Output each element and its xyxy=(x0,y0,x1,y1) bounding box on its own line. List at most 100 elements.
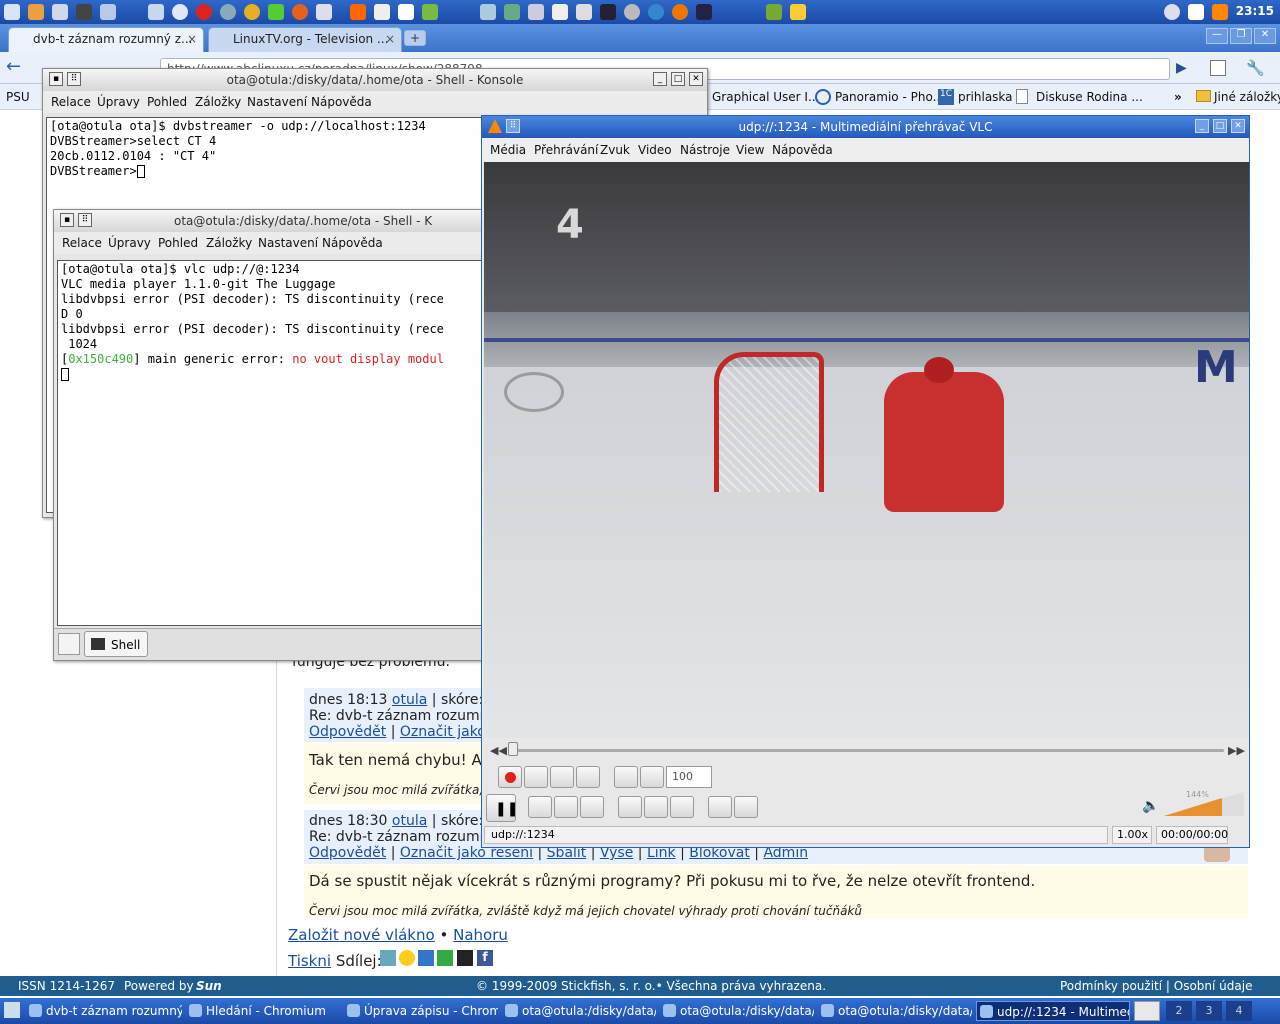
app-icon[interactable] xyxy=(374,4,390,20)
print-link[interactable]: Tiskni xyxy=(288,952,331,970)
tab-shell[interactable]: Shell xyxy=(84,631,148,657)
next-button[interactable] xyxy=(580,796,604,818)
volume-icon[interactable] xyxy=(1164,4,1180,20)
app-icon[interactable] xyxy=(422,4,438,20)
window-menu-icon[interactable]: ▪ xyxy=(49,72,63,86)
loop-button[interactable] xyxy=(708,796,732,818)
frame-by-frame-button[interactable] xyxy=(576,766,600,788)
network-icon[interactable] xyxy=(172,4,188,20)
app-icon[interactable] xyxy=(766,4,782,20)
desktop-pager-3[interactable]: 3 xyxy=(1196,1001,1222,1021)
vlc-cone-icon[interactable] xyxy=(488,119,502,133)
window-title[interactable]: ota@otula:/disky/data/.home/ota - Shell … xyxy=(54,210,482,232)
desktop-pager-1[interactable] xyxy=(1134,1001,1160,1021)
favorite-icon[interactable] xyxy=(399,950,415,966)
terminal-icon[interactable] xyxy=(76,4,92,20)
wrench-icon[interactable]: 🔧 xyxy=(1246,59,1265,77)
maximize-button[interactable]: □ xyxy=(671,72,685,86)
folder-icon[interactable] xyxy=(790,4,806,20)
app-icon[interactable] xyxy=(528,4,544,20)
menu-napoveda[interactable]: Nápověda xyxy=(311,95,372,109)
menu-view[interactable]: View xyxy=(736,143,764,157)
sun-logo[interactable]: Sun xyxy=(196,979,222,993)
stop-button[interactable] xyxy=(554,796,578,818)
page-menu-icon[interactable] xyxy=(1210,60,1226,76)
teletext-button[interactable] xyxy=(614,766,638,788)
minimize-button[interactable]: — xyxy=(1206,28,1228,44)
share-icon[interactable] xyxy=(418,950,434,966)
menu-nastaveni[interactable]: Nastavení xyxy=(247,95,307,109)
menu-nastroje[interactable]: Nástroje xyxy=(680,143,730,157)
menu-relace[interactable]: Relace xyxy=(62,236,102,250)
bookmark-psu[interactable]: PSU xyxy=(6,90,30,104)
new-thread-link[interactable]: Založit nové vlákno xyxy=(288,926,435,944)
menu-media[interactable]: Média xyxy=(490,143,526,157)
footer-links[interactable]: Podmínky použití | Osobní údaje xyxy=(1060,979,1252,993)
settings-icon[interactable] xyxy=(100,4,116,20)
comment-user-link[interactable]: otula xyxy=(392,813,427,829)
menu-prehravani[interactable]: Přehrávání xyxy=(534,143,598,157)
app-icon[interactable] xyxy=(600,4,616,20)
seek-handle[interactable] xyxy=(508,742,518,756)
app-icon[interactable] xyxy=(480,4,496,20)
window-title[interactable]: udp://:1234 - Multimediální přehrávač VL… xyxy=(482,116,1249,138)
app-icon[interactable] xyxy=(504,4,520,20)
speaker-icon[interactable]: 🔈 xyxy=(1142,798,1159,814)
menu-zalozky[interactable]: Záložky xyxy=(195,95,241,109)
home-icon[interactable] xyxy=(28,4,44,20)
monitor-icon[interactable] xyxy=(696,4,712,20)
reply-link[interactable]: Odpovědět xyxy=(309,845,386,861)
time-indicator[interactable]: 00:00/00:00 xyxy=(1156,826,1228,844)
launcher-icon[interactable] xyxy=(148,4,164,20)
loop-ab-button[interactable] xyxy=(550,766,574,788)
sticky-icon[interactable]: ⠿ xyxy=(67,72,81,86)
teletext-transparency-button[interactable] xyxy=(640,766,664,788)
window-title[interactable]: ota@otula:/disky/data/.home/ota - Shell … xyxy=(43,69,707,91)
back-icon[interactable]: ← xyxy=(6,58,28,78)
app-icon[interactable] xyxy=(220,4,236,20)
new-session-icon[interactable] xyxy=(58,633,80,655)
close-icon[interactable]: × xyxy=(187,32,197,46)
maximize-button[interactable]: ❐ xyxy=(1230,28,1252,44)
leaf-icon[interactable] xyxy=(268,4,284,20)
sticky-icon[interactable]: ⠿ xyxy=(506,119,520,133)
menu-zalozky[interactable]: Záložky xyxy=(206,236,252,250)
desktop-pager-2[interactable]: 2 xyxy=(1166,1001,1192,1021)
vlc-tray-icon[interactable] xyxy=(1212,4,1228,20)
record-button[interactable] xyxy=(498,766,522,788)
video-display[interactable]: 4 M xyxy=(484,162,1249,738)
terminal-output[interactable]: [ota@otula ota]$ vlc udp://@:1234 VLC med… xyxy=(57,260,483,626)
menu-zvuk[interactable]: Zvuk xyxy=(600,143,630,157)
bookmarks-overflow[interactable]: » xyxy=(1174,90,1182,104)
task-konsole[interactable]: ota@otula:/disky/data/.hor xyxy=(502,1001,656,1021)
menu-pohled[interactable]: Pohled xyxy=(158,236,198,250)
app-icon[interactable] xyxy=(624,4,640,20)
desktop-pager-4[interactable]: 4 xyxy=(1226,1001,1252,1021)
chromium-icon[interactable] xyxy=(244,4,260,20)
close-window-button[interactable]: ✕ xyxy=(1254,28,1276,44)
speed-indicator[interactable]: 1.00x xyxy=(1112,826,1152,844)
kde-menu-icon[interactable] xyxy=(4,4,20,20)
rewind-icon[interactable]: ◀◀ xyxy=(490,744,507,757)
comment-user-link[interactable]: otula xyxy=(392,692,427,708)
teletext-page-input[interactable]: 100 xyxy=(666,766,712,788)
menu-upravy[interactable]: Úpravy xyxy=(97,95,140,109)
clock[interactable]: 23:15 xyxy=(1236,4,1274,18)
menu-nastaveni[interactable]: Nastavení xyxy=(258,236,318,250)
google-icon[interactable] xyxy=(437,950,453,966)
app-icon[interactable] xyxy=(672,4,688,20)
minimize-button[interactable]: _ xyxy=(653,72,667,86)
playlist-button[interactable] xyxy=(644,796,668,818)
app-icon[interactable] xyxy=(552,4,568,20)
random-button[interactable] xyxy=(734,796,758,818)
extended-settings-button[interactable] xyxy=(670,796,694,818)
task-konsole[interactable]: ota@otula:/disky/data/.hor xyxy=(818,1001,972,1021)
delicious-icon[interactable] xyxy=(457,950,473,966)
menu-video[interactable]: Video xyxy=(638,143,672,157)
close-button[interactable]: ✕ xyxy=(1231,119,1245,133)
other-bookmarks[interactable]: Jiné záložky xyxy=(1214,90,1280,104)
facebook-icon[interactable]: f xyxy=(477,950,493,966)
task-dvb-t[interactable]: dvb-t záznam rozumný způ xyxy=(26,1001,182,1021)
bookmark-panoramio[interactable]: Panoramio - Pho... xyxy=(835,90,944,104)
bookmark-graphical[interactable]: Graphical User I... xyxy=(712,90,819,104)
